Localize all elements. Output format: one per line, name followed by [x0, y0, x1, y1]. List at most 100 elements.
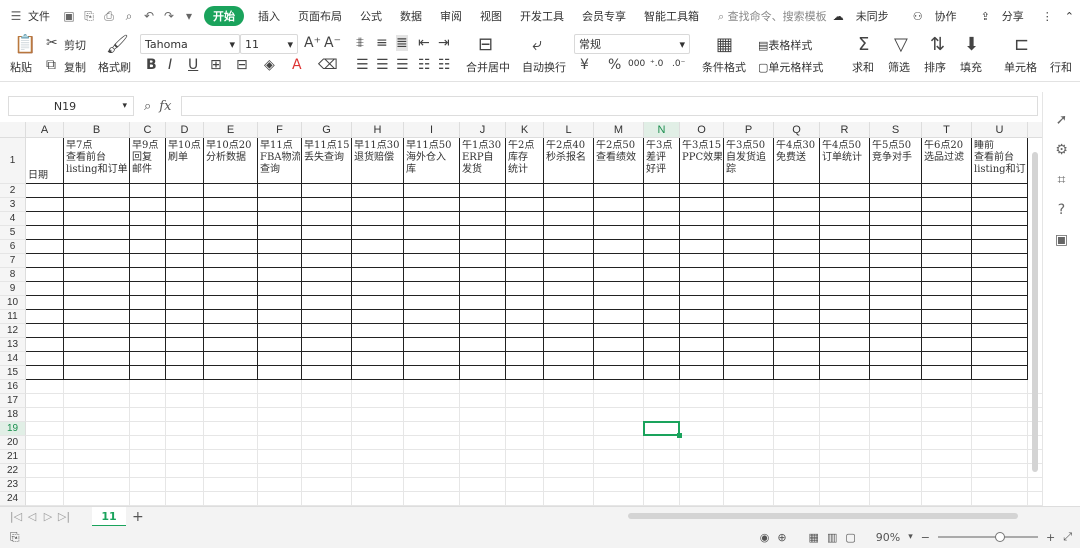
clear-icon[interactable]: ⌫ [318, 57, 338, 73]
font-increase-icon[interactable]: A⁺ [304, 35, 321, 51]
cursor-icon[interactable]: ➚ [1056, 112, 1068, 128]
filter-button[interactable]: 筛选 [888, 59, 910, 75]
row-header[interactable]: 21 [0, 450, 26, 464]
page-break-view-icon[interactable]: ▢ [845, 531, 855, 544]
row-header[interactable]: 11 [0, 310, 26, 324]
column-header[interactable]: B [64, 122, 130, 138]
italic-icon[interactable]: I [168, 57, 172, 73]
column-header[interactable]: D [166, 122, 204, 138]
column-header[interactable]: M [594, 122, 644, 138]
column-header[interactable]: Q [774, 122, 820, 138]
indent-decrease-icon[interactable]: ⇤ [418, 35, 430, 51]
cell-icon[interactable]: ⊏ [1014, 34, 1029, 55]
menu-icon[interactable]: ☰ [6, 6, 26, 26]
conditional-format-icon[interactable]: ▦ [716, 34, 733, 55]
align-left-icon[interactable]: ☰ [356, 57, 369, 73]
row-header[interactable]: 24 [0, 492, 26, 506]
first-sheet-icon[interactable]: |◁ [8, 510, 24, 523]
header-cell[interactable]: 早11点30 退货赔偿 [354, 140, 402, 182]
table-style-button[interactable]: ▤ 表格样式 [758, 37, 812, 53]
cell-border-icon[interactable]: ⊟ [236, 57, 248, 73]
column-header[interactable]: S [870, 122, 922, 138]
number-format-select[interactable]: 常规 ▾ [574, 34, 690, 54]
preview-icon[interactable]: ⌕ [119, 6, 139, 26]
page-layout-view-icon[interactable]: ▥ [827, 531, 837, 544]
help-icon[interactable]: ? [1058, 202, 1065, 218]
align-right-icon[interactable]: ☰ [396, 57, 409, 73]
decimal-decrease-icon[interactable]: .0⁻ [672, 59, 685, 69]
fullscreen-icon[interactable]: ⤢ [1063, 530, 1072, 544]
sync-status[interactable]: ☁ 未同步 [821, 8, 901, 24]
tab-insert[interactable]: 插入 [249, 8, 289, 24]
column-header[interactable]: O [680, 122, 724, 138]
header-cell[interactable]: 早10点 刷单 [168, 140, 202, 182]
copy-button[interactable]: 复制 [64, 59, 86, 75]
row-header[interactable]: 16 [0, 380, 26, 394]
wrap-text-button[interactable]: 自动换行 [522, 59, 566, 75]
header-cell[interactable]: 早11点15 丢失查询 [304, 140, 350, 182]
sum-icon[interactable]: Σ [858, 34, 869, 55]
header-cell[interactable]: 午3点15 PPC效果 [682, 140, 722, 182]
header-cell[interactable]: 午2点50 查看绩效 [596, 140, 642, 182]
header-cell[interactable]: 午3点50 自发货追 踪 [726, 140, 772, 182]
collapse-icon[interactable]: ⌃ [1059, 10, 1080, 23]
align-center-icon[interactable]: ☰ [376, 57, 389, 73]
header-cell[interactable]: 午1点30 ERP自 发货 [462, 140, 504, 182]
indent-increase-icon[interactable]: ⇥ [438, 35, 450, 51]
justify-icon[interactable]: ☷ [418, 57, 431, 73]
zoom-level[interactable]: 90% [876, 531, 900, 544]
fill-handle[interactable] [677, 433, 682, 438]
tab-smart-toolbox[interactable]: 智能工具箱 [635, 8, 708, 24]
next-sheet-icon[interactable]: ▷ [40, 510, 56, 523]
header-cell[interactable]: 早10点20 分析数据 [206, 140, 256, 182]
horizontal-scrollbar[interactable] [612, 511, 1042, 521]
cut-button[interactable]: 剪切 [64, 37, 86, 53]
horizontal-scroll-thumb[interactable] [628, 513, 1018, 519]
column-header[interactable]: J [460, 122, 506, 138]
share-button[interactable]: ⇪ 分享 [969, 8, 1036, 24]
thousands-icon[interactable]: 000 [628, 59, 645, 69]
macro-icon[interactable]: ⎘ [10, 530, 20, 545]
column-header[interactable]: C [130, 122, 166, 138]
active-cell[interactable] [643, 421, 680, 436]
row-header[interactable]: 22 [0, 464, 26, 478]
tab-home[interactable]: 开始 [204, 6, 244, 26]
column-header[interactable]: H [352, 122, 404, 138]
file-menu[interactable]: 文件 [26, 8, 59, 24]
row-header[interactable]: 13 [0, 338, 26, 352]
row-header[interactable]: 4 [0, 212, 26, 226]
brush-icon[interactable]: 🖌 [106, 34, 129, 55]
crosshair-icon[interactable]: ⊕ [777, 531, 786, 544]
export-icon[interactable]: ⎘ [79, 6, 99, 26]
paste-button[interactable]: 粘贴 [10, 59, 32, 75]
header-cell[interactable]: 午4点50 订单统计 [822, 140, 868, 182]
crop-icon[interactable]: ⌗ [1058, 172, 1066, 188]
row-header[interactable]: 8 [0, 268, 26, 282]
zoom-slider[interactable] [937, 532, 1038, 542]
prev-sheet-icon[interactable]: ◁ [24, 510, 40, 523]
save-icon[interactable]: ▣ [59, 6, 79, 26]
header-cell[interactable]: 午2点 库存 统计 [508, 140, 542, 182]
header-cell[interactable]: 早11点 FBA物流 查询 [260, 140, 300, 182]
row-header[interactable]: 5 [0, 226, 26, 240]
row-header[interactable]: 3 [0, 198, 26, 212]
header-cell[interactable]: 睡前 查看前台 listing和订 [974, 140, 1026, 182]
merge-icon[interactable]: ⊟ [478, 34, 493, 55]
column-header[interactable]: A [26, 122, 64, 138]
settings-sliders-icon[interactable]: ⚙ [1055, 142, 1068, 158]
fx-icon[interactable]: fx [159, 99, 171, 114]
bold-icon[interactable]: B [146, 57, 157, 73]
chevron-down-icon[interactable]: ▾ [908, 532, 913, 542]
column-header[interactable]: P [724, 122, 774, 138]
collab-button[interactable]: ⚇ 协作 [901, 8, 969, 24]
row-header[interactable]: 7 [0, 254, 26, 268]
currency-icon[interactable]: ¥ [580, 57, 589, 73]
column-header[interactable]: L [544, 122, 594, 138]
merge-center-button[interactable]: 合并居中 [466, 59, 510, 75]
font-color-icon[interactable]: A [292, 57, 302, 73]
cell-style-button[interactable]: ▢ 单元格样式 [758, 59, 823, 75]
font-decrease-icon[interactable]: A⁻ [324, 35, 341, 51]
cell-button[interactable]: 单元格 [1004, 59, 1037, 75]
formula-input[interactable] [181, 96, 1038, 116]
sort-button[interactable]: 排序 [924, 59, 946, 75]
